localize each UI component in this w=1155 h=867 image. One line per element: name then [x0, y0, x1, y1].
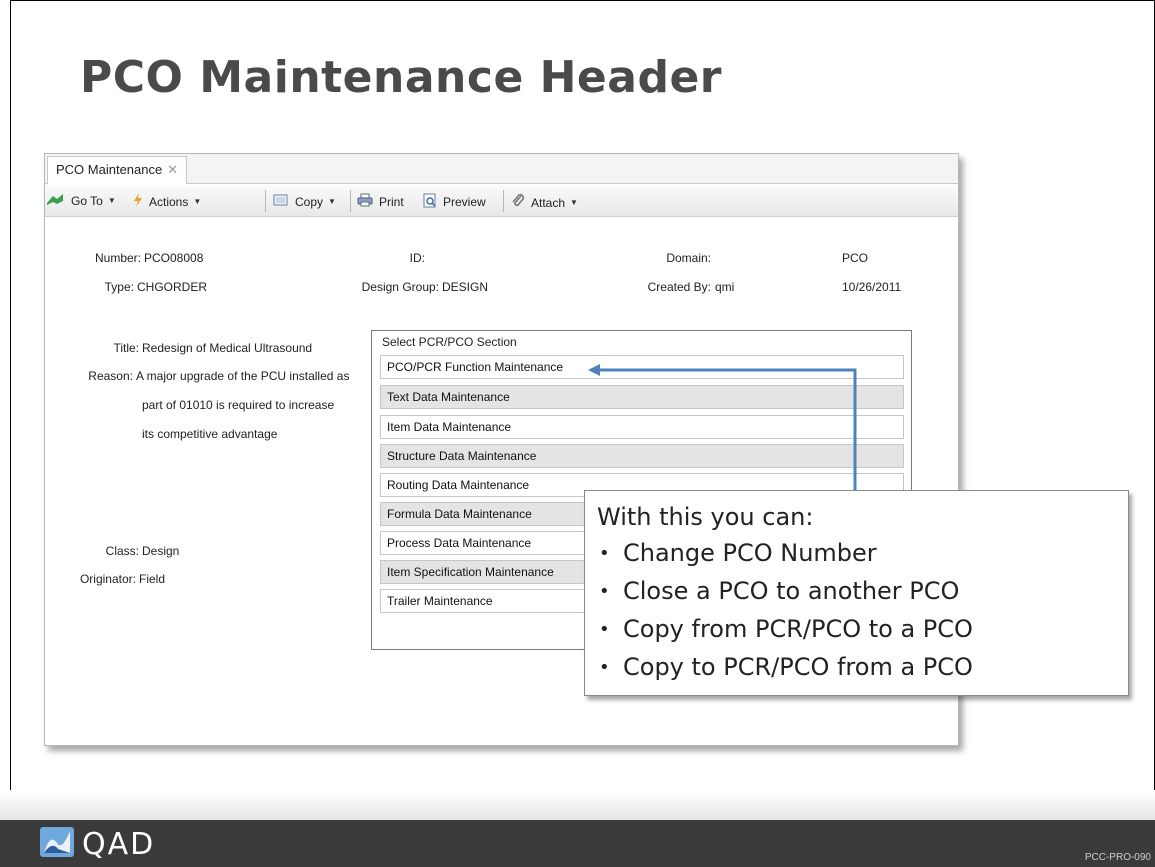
qad-logo: QAD: [40, 827, 155, 862]
section-item-structure-data[interactable]: Structure Data Maintenance: [380, 444, 904, 468]
callout-box: With this you can: • Change PCO Number • C…: [584, 490, 1129, 696]
bullet-icon: •: [599, 619, 610, 640]
goto-arrow-icon: [47, 193, 65, 208]
section-item-function-maintenance[interactable]: PCO/PCR Function Maintenance: [380, 355, 904, 379]
preview-icon: [423, 193, 437, 211]
footer-fade: [0, 790, 1155, 820]
preview-button[interactable]: Preview: [423, 193, 486, 211]
originator-label: Originator:: [79, 572, 136, 586]
bullet-text: Change PCO Number: [623, 539, 877, 567]
toolbar-divider: [350, 190, 351, 212]
copy-icon: [273, 193, 289, 210]
bullet-icon: •: [599, 543, 610, 564]
bullet-text: Copy from PCR/PCO to a PCO: [623, 615, 973, 643]
copy-label: Copy: [295, 194, 324, 209]
domain-label: Domain:: [666, 251, 711, 265]
goto-button[interactable]: Go To ▼: [47, 193, 116, 208]
preview-label: Preview: [443, 195, 486, 209]
chevron-down-icon: ▼: [193, 197, 202, 206]
id-label: ID:: [409, 251, 425, 265]
callout-heading: With this you can:: [597, 503, 814, 531]
toolbar-divider: [503, 190, 504, 212]
callout-bullet: • Change PCO Number: [599, 539, 877, 567]
created-by-label: Created By:: [647, 280, 711, 294]
type-value[interactable]: CHGORDER: [137, 280, 207, 294]
reason-label: Reason:: [88, 369, 133, 383]
domain-value[interactable]: PCO: [842, 251, 868, 265]
copy-button[interactable]: Copy ▼: [273, 193, 336, 210]
attach-button[interactable]: Attach ▼: [511, 193, 578, 212]
title-value[interactable]: Redesign of Medical Ultrasound: [142, 341, 312, 355]
design-group-label: Design Group:: [361, 280, 439, 294]
reason-line[interactable]: part of 01010 is required to increase: [142, 398, 334, 412]
qad-logo-text: QAD: [82, 827, 156, 862]
tab-pco-maintenance[interactable]: PCO Maintenance ✕: [47, 156, 188, 184]
design-group-value[interactable]: DESIGN: [442, 280, 488, 294]
class-label: Class:: [105, 544, 139, 558]
actions-label: Actions: [149, 194, 189, 209]
slide-code: PCC-PRO-090: [1084, 852, 1151, 863]
lightning-icon: [133, 193, 143, 210]
chevron-down-icon: ▼: [570, 198, 578, 207]
section-item-item-data[interactable]: Item Data Maintenance: [380, 415, 904, 439]
paperclip-icon: [511, 193, 525, 212]
attach-label: Attach: [531, 195, 566, 210]
tab-strip: PCO Maintenance ✕: [45, 154, 958, 184]
created-by-value[interactable]: qmi: [715, 280, 734, 294]
qad-logo-icon: [40, 827, 74, 862]
toolbar: Go To ▼ Actions ▼ Copy ▼ Print Preview A…: [45, 185, 958, 217]
class-value[interactable]: Design: [142, 544, 179, 558]
toolbar-divider: [265, 190, 266, 212]
type-label: Type:: [104, 280, 134, 294]
tab-close-icon[interactable]: ✕: [167, 162, 178, 177]
reason-line[interactable]: A major upgrade of the PCU installed as: [136, 369, 349, 383]
section-item-text-data[interactable]: Text Data Maintenance: [380, 385, 904, 409]
chevron-down-icon: ▼: [107, 196, 116, 205]
created-date-value[interactable]: 10/26/2011: [842, 280, 901, 294]
chevron-down-icon: ▼: [328, 197, 336, 206]
goto-label: Go To: [71, 193, 103, 208]
callout-bullet: • Copy to PCR/PCO from a PCO: [599, 653, 973, 681]
slide-title: PCO Maintenance Header: [80, 52, 722, 103]
number-value[interactable]: PCO08008: [144, 251, 203, 265]
originator-value[interactable]: Field: [139, 572, 165, 586]
title-label: Title:: [113, 341, 139, 355]
bullet-icon: •: [599, 657, 610, 678]
actions-button[interactable]: Actions ▼: [133, 193, 201, 210]
print-label: Print: [379, 194, 404, 209]
tab-label: PCO Maintenance: [56, 162, 163, 177]
callout-bullet: • Close a PCO to another PCO: [599, 577, 959, 605]
section-select-title: Select PCR/PCO Section: [382, 335, 517, 349]
print-button[interactable]: Print: [357, 193, 404, 210]
callout-bullet: • Copy from PCR/PCO to a PCO: [599, 615, 973, 643]
bullet-text: Copy to PCR/PCO from a PCO: [623, 653, 973, 681]
printer-icon: [357, 193, 373, 210]
bullet-text: Close a PCO to another PCO: [623, 577, 960, 605]
number-label: Number:: [94, 251, 141, 265]
reason-line[interactable]: its competitive advantage: [142, 427, 277, 441]
footer-bar: [0, 820, 1155, 867]
bullet-icon: •: [599, 581, 610, 602]
